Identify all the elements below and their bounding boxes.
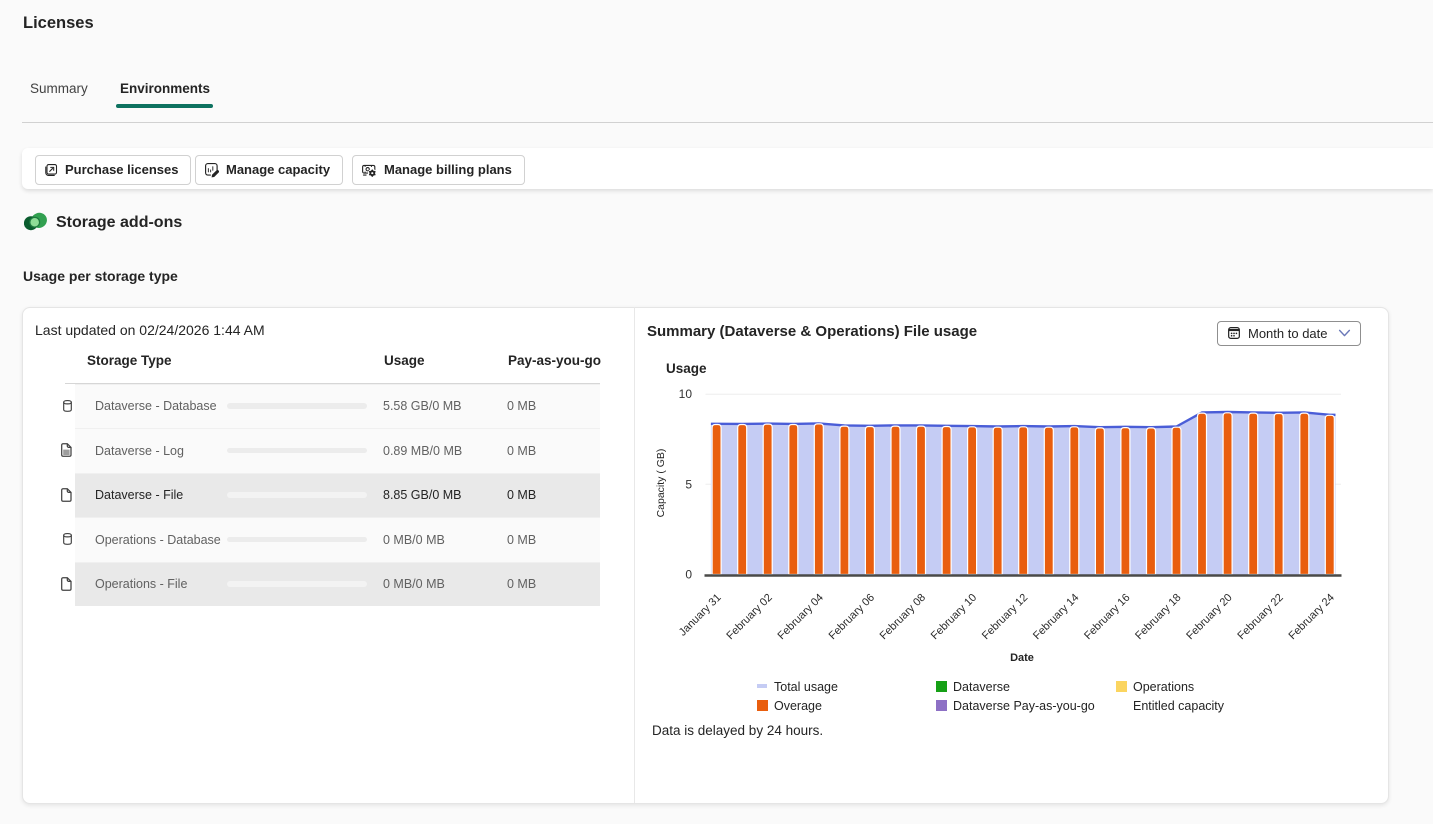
svg-text:January 31: January 31 <box>677 592 724 639</box>
svg-text:February 10: February 10 <box>929 592 979 642</box>
svg-text:February 22: February 22 <box>1235 592 1285 642</box>
svg-text:0: 0 <box>685 568 692 582</box>
svg-text:February 12: February 12 <box>980 592 1030 642</box>
svg-text:Usage: Usage <box>666 361 707 376</box>
svg-text:February 06: February 06 <box>827 592 877 642</box>
svg-text:February 20: February 20 <box>1184 592 1234 642</box>
svg-text:February 02: February 02 <box>724 592 774 642</box>
svg-text:February 24: February 24 <box>1286 592 1336 642</box>
svg-text:5: 5 <box>685 477 692 491</box>
svg-text:February 08: February 08 <box>878 592 928 642</box>
svg-text:February 18: February 18 <box>1133 592 1183 642</box>
svg-text:February 16: February 16 <box>1082 592 1132 642</box>
svg-text:10: 10 <box>679 387 693 401</box>
svg-text:February 04: February 04 <box>775 592 825 642</box>
svg-text:February 14: February 14 <box>1031 592 1081 642</box>
svg-text:Capacity ( GB): Capacity ( GB) <box>655 449 667 518</box>
svg-text:Date: Date <box>1010 652 1034 664</box>
